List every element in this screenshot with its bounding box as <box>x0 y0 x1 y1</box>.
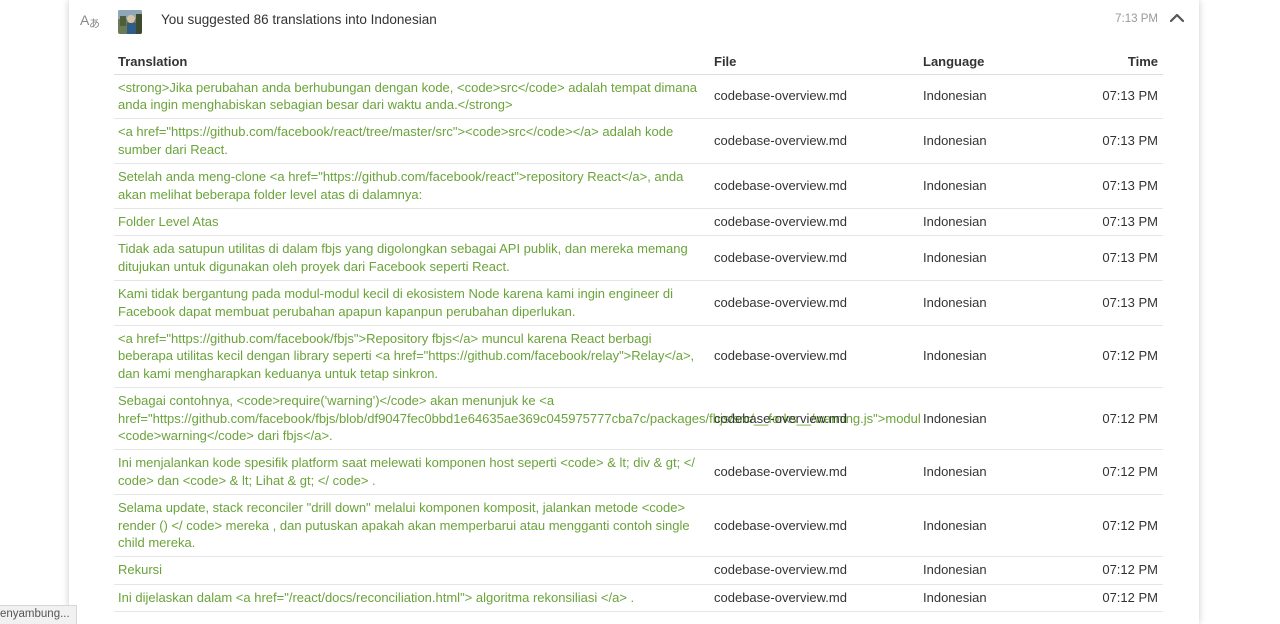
translation-link[interactable]: <strong>Jika perubahan anda berhubungan … <box>118 80 697 112</box>
language-cell: Indonesian <box>919 235 1079 282</box>
file-cell: codebase-overview.md <box>710 208 919 237</box>
time-cell: 07:12 PM <box>1079 449 1163 496</box>
language-cell: Indonesian <box>919 449 1079 496</box>
translation-link[interactable]: Selama update, stack reconciler "drill d… <box>118 500 690 550</box>
translation-link[interactable]: Rekursi <box>118 562 162 577</box>
translation-cell: Ini dijelaskan dalam <a href="/react/doc… <box>114 584 710 613</box>
language-cell: Indonesian <box>919 163 1079 209</box>
translation-cell: Sebagai contohnya, <code>require('warnin… <box>114 387 921 451</box>
language-cell: Indonesian <box>919 280 1079 326</box>
table-row: Rekursi codebase-overview.md Indonesian 07:… <box>114 556 1163 585</box>
table-row: Ini dijelaskan dalam <a href="/react/doc… <box>114 584 1163 613</box>
translation-link[interactable]: Kami tidak bergantung pada modul-modul k… <box>118 286 673 318</box>
table-row: Ini menjalankan kode spesifik platform s… <box>114 449 1163 496</box>
table-row: Setelah anda meng-clone <a href="https:/… <box>114 163 1163 209</box>
file-cell: codebase-overview.md <box>710 556 919 585</box>
language-cell: Indonesian <box>919 494 1079 558</box>
file-cell: codebase-overview.md <box>710 74 919 120</box>
time-cell: 07:13 PM <box>1079 74 1163 120</box>
language-cell: Indonesian <box>919 208 1079 237</box>
table-row: Folder Level Atas codebase-overview.md Ind… <box>114 208 1163 237</box>
time-cell: 07:12 PM <box>1079 325 1163 389</box>
header-language: Language <box>919 50 1079 75</box>
file-cell: codebase-overview.md <box>710 584 919 613</box>
translation-link[interactable]: Setelah anda meng-clone <a href="https:/… <box>118 169 683 201</box>
language-cell: Indonesian <box>919 325 1079 389</box>
translation-cell: <a href="https://github.com/facebook/rea… <box>114 118 710 165</box>
language-cell: Indonesian <box>919 74 1079 120</box>
translation-cell: Tidak ada satupun utilitas di dalam fbjs… <box>114 235 710 282</box>
file-cell: codebase-overview.md <box>710 280 919 326</box>
header-time: Time <box>1079 50 1163 75</box>
translation-link[interactable]: Ini dijelaskan dalam <a href="/react/doc… <box>118 590 634 605</box>
file-cell: codebase-overview.md <box>710 494 919 558</box>
status-bar: enyambung... <box>0 605 77 624</box>
translation-link[interactable]: <a href="https://github.com/facebook/rea… <box>118 124 673 156</box>
table-row: Kami tidak bergantung pada modul-modul k… <box>114 280 1163 326</box>
activity-card: A あ You suggested 86 translations into I… <box>69 0 1199 624</box>
table-header-row: Translation File Language Time <box>114 50 1163 75</box>
translation-cell: Rekursi <box>114 556 710 585</box>
translation-cell: Kami tidak bergantung pada modul-modul k… <box>114 280 710 326</box>
translation-link[interactable]: Folder Level Atas <box>118 214 218 229</box>
time-cell: 07:13 PM <box>1079 280 1163 326</box>
language-cell: Indonesian <box>919 556 1079 585</box>
translation-link[interactable]: Tidak ada satupun utilitas di dalam fbjs… <box>118 241 688 273</box>
file-cell: codebase-overview.md <box>710 118 919 165</box>
time-cell: 07:13 PM <box>1079 235 1163 282</box>
table-row: Selama update, stack reconciler "drill d… <box>114 494 1163 558</box>
svg-text:あ: あ <box>89 17 100 30</box>
translate-icon: A あ <box>80 10 102 30</box>
activity-time: 7:13 PM <box>1115 13 1158 25</box>
translation-cell: Ini menjalankan kode spesifik platform s… <box>114 449 710 496</box>
table-row: Sebagai contohnya, <code>require('warnin… <box>114 387 1163 451</box>
time-cell: 07:13 PM <box>1079 118 1163 165</box>
time-cell: 07:12 PM <box>1079 556 1163 585</box>
time-cell: 07:12 PM <box>1079 584 1163 613</box>
avatar[interactable] <box>118 10 142 34</box>
translations-body: <strong>Jika perubahan anda berhubungan … <box>114 74 1163 613</box>
time-cell: 07:13 PM <box>1079 163 1163 209</box>
time-cell: 07:13 PM <box>1079 208 1163 237</box>
translation-cell: Folder Level Atas <box>114 208 710 237</box>
translation-cell: Setelah anda meng-clone <a href="https:/… <box>114 163 710 209</box>
time-cell: 07:12 PM <box>1079 387 1163 451</box>
file-cell: codebase-overview.md <box>710 325 919 389</box>
translation-cell: Selama update, stack reconciler "drill d… <box>114 494 710 558</box>
activity-header: A あ You suggested 86 translations into I… <box>69 0 1199 42</box>
language-cell: Indonesian <box>919 118 1079 165</box>
table-row: <strong>Jika perubahan anda berhubungan … <box>114 74 1163 120</box>
translation-cell: <a href="https://github.com/facebook/fbj… <box>114 325 710 389</box>
file-cell: codebase-overview.md <box>710 163 919 209</box>
chevron-up-icon[interactable] <box>1169 11 1185 25</box>
header-translation: Translation <box>114 50 710 75</box>
header-file: File <box>710 50 919 75</box>
table-row: <a href="https://github.com/facebook/fbj… <box>114 325 1163 389</box>
translation-link[interactable]: Ini menjalankan kode spesifik platform s… <box>118 455 695 487</box>
activity-title: You suggested 86 translations into Indon… <box>161 12 437 27</box>
translation-cell: <strong>Jika perubahan anda berhubungan … <box>114 74 710 120</box>
time-cell: 07:12 PM <box>1079 494 1163 558</box>
table-row: Tidak ada satupun utilitas di dalam fbjs… <box>114 235 1163 282</box>
file-cell: codebase-overview.md <box>710 235 919 282</box>
translations-table: Translation File Language Time <strong>J… <box>114 50 1163 613</box>
translation-link[interactable]: <a href="https://github.com/facebook/fbj… <box>118 331 694 381</box>
language-cell: Indonesian <box>919 387 1079 451</box>
language-cell: Indonesian <box>919 584 1079 613</box>
file-cell: codebase-overview.md <box>710 449 919 496</box>
table-row: <a href="https://github.com/facebook/rea… <box>114 118 1163 165</box>
